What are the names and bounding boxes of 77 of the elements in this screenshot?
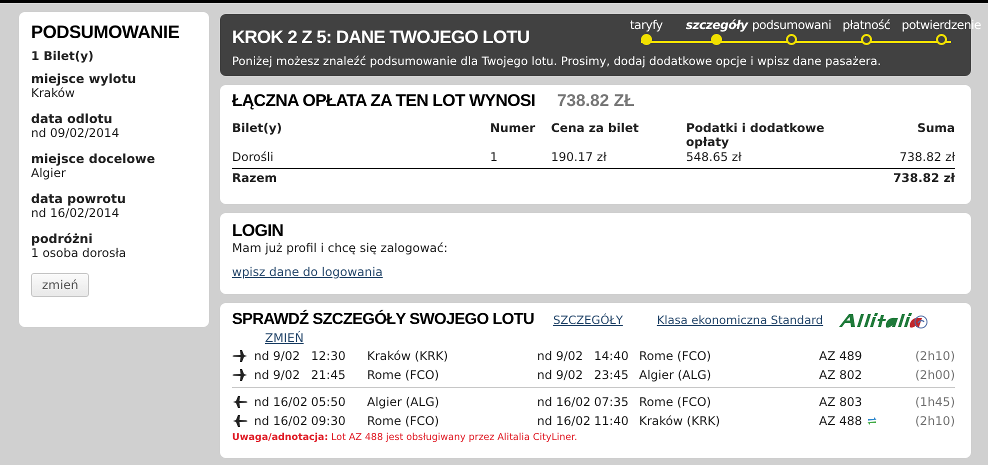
departure-airport: Algier (ALG) bbox=[367, 394, 440, 408]
departure-plane-icon bbox=[232, 368, 248, 382]
login-title: LOGIN bbox=[232, 221, 284, 241]
arrival-airport: Rome (FCO) bbox=[639, 348, 712, 362]
class-link[interactable]: Klasa ekonomiczna Standard bbox=[656, 313, 824, 327]
summary-value: Kraków bbox=[31, 86, 76, 100]
arrival-airport: Algier (ALG) bbox=[639, 368, 712, 382]
table-cell-text: 190.17 zł bbox=[551, 150, 608, 164]
flight-duration: (2h10) bbox=[914, 348, 955, 362]
arrival-time: 23:45 bbox=[594, 368, 630, 382]
step-label: szczegóły bbox=[686, 18, 748, 32]
summary-value: nd 16/02/2014 bbox=[31, 206, 120, 220]
summary-value: nd 09/02/2014 bbox=[31, 126, 120, 140]
departure-time: 12:30 bbox=[311, 348, 347, 362]
departure-time: 05:50 bbox=[311, 394, 347, 408]
fee-total: 738.82 ZŁ bbox=[557, 91, 635, 111]
summary-value: 1 osoba dorosła bbox=[31, 246, 128, 260]
departure-time: 09:30 bbox=[311, 414, 347, 428]
column-header: Cena za bilet bbox=[551, 121, 640, 137]
flight-title: SPRAWDŹ SZCZEGÓŁY SWOJEGO LOTU bbox=[232, 311, 534, 329]
change-button[interactable]: zmień bbox=[31, 273, 90, 297]
flight-number: AZ 489 bbox=[819, 348, 862, 362]
departure-airport: Kraków (KRK) bbox=[367, 348, 450, 362]
arrival-plane-icon bbox=[232, 414, 248, 428]
column-header: Numer bbox=[490, 121, 536, 137]
ticket-count: 1 Bilet(y) bbox=[31, 49, 95, 63]
flight-number: AZ 803 bbox=[819, 394, 862, 408]
flight-duration: (1h45) bbox=[914, 394, 955, 408]
fee-title: ŁĄCZNA OPŁATA ZA TEN LOT WYNOSI bbox=[232, 91, 536, 111]
departure-airport: Rome (FCO) bbox=[367, 414, 440, 428]
departure-date: nd 16/02 bbox=[254, 414, 309, 428]
summary-label: data powrotu bbox=[31, 191, 127, 206]
arrival-airport: Kraków (KRK) bbox=[639, 414, 722, 428]
total-sum: 738.82 zł bbox=[893, 171, 955, 185]
departure-date: nd 9/02 bbox=[254, 348, 301, 362]
table-cell-text: 548.65 zł bbox=[686, 150, 743, 164]
departure-date: nd 16/02 bbox=[254, 394, 309, 408]
departure-time: 21:45 bbox=[311, 368, 347, 382]
arrival-date: nd 9/02 bbox=[537, 368, 584, 382]
column-header: Bilet(y) bbox=[232, 121, 284, 137]
flight-duration: (2h10) bbox=[914, 414, 955, 428]
details-link[interactable]: SZCZEGÓŁY bbox=[553, 313, 623, 327]
column-header: Podatki i dodatkowe opłaty bbox=[686, 121, 826, 149]
departure-plane-icon bbox=[232, 348, 248, 362]
departure-date: nd 9/02 bbox=[254, 368, 301, 382]
summary-label: miejsce wylotu bbox=[31, 71, 138, 86]
summary-label: data odlotu bbox=[31, 111, 114, 126]
arrival-time: 11:40 bbox=[594, 414, 630, 428]
arrival-plane-icon bbox=[232, 394, 248, 408]
table-cell-text: 738.82 zł bbox=[898, 150, 955, 164]
change-link[interactable]: ZMIEŃ bbox=[265, 331, 304, 345]
step-label: taryfy bbox=[630, 18, 663, 32]
summary-value: Algier bbox=[31, 166, 67, 180]
flight-number: AZ 802 bbox=[819, 368, 862, 382]
arrival-time: 07:35 bbox=[594, 394, 630, 408]
step-label: płatność bbox=[842, 18, 890, 32]
arrival-date: nd 9/02 bbox=[537, 348, 584, 362]
arrival-date: nd 16/02 bbox=[537, 394, 592, 408]
arrival-airport: Rome (FCO) bbox=[639, 394, 712, 408]
departure-airport: Rome (FCO) bbox=[367, 368, 440, 382]
table-cell-text: Dorośli bbox=[232, 150, 275, 164]
step-title: KROK 2 Z 5: DANE TWOJEGO LOTU bbox=[232, 27, 530, 48]
login-text: Mam już profil i chcę się zalogować: bbox=[232, 241, 448, 255]
arrival-date: nd 16/02 bbox=[537, 414, 592, 428]
flight-number: AZ 488 bbox=[819, 414, 862, 428]
summary-label: podróżni bbox=[31, 231, 94, 246]
arrival-time: 14:40 bbox=[594, 348, 630, 362]
column-header: Suma bbox=[916, 121, 955, 137]
table-cell-text: 1 bbox=[490, 150, 499, 164]
flight-note: Uwaga/adnotacja: Lot AZ 488 jest obsługiwany przez Alitalia CityLiner. bbox=[232, 432, 578, 443]
step-label: podsumowani bbox=[752, 18, 832, 32]
summary-label: miejsce docelowe bbox=[31, 151, 156, 166]
flight-duration: (2h00) bbox=[914, 368, 955, 382]
login-link[interactable]: wpisz dane do logowania bbox=[232, 265, 383, 279]
total-label: Razem bbox=[232, 171, 277, 185]
step-description: Poniżej możesz znaleźć podsumowanie dla Twojego lotu. Prosimy, dodaj dodatkowe opcje i wpisz dane pasażera. bbox=[232, 54, 882, 68]
summary-title: PODSUMOWANIE bbox=[31, 22, 180, 43]
